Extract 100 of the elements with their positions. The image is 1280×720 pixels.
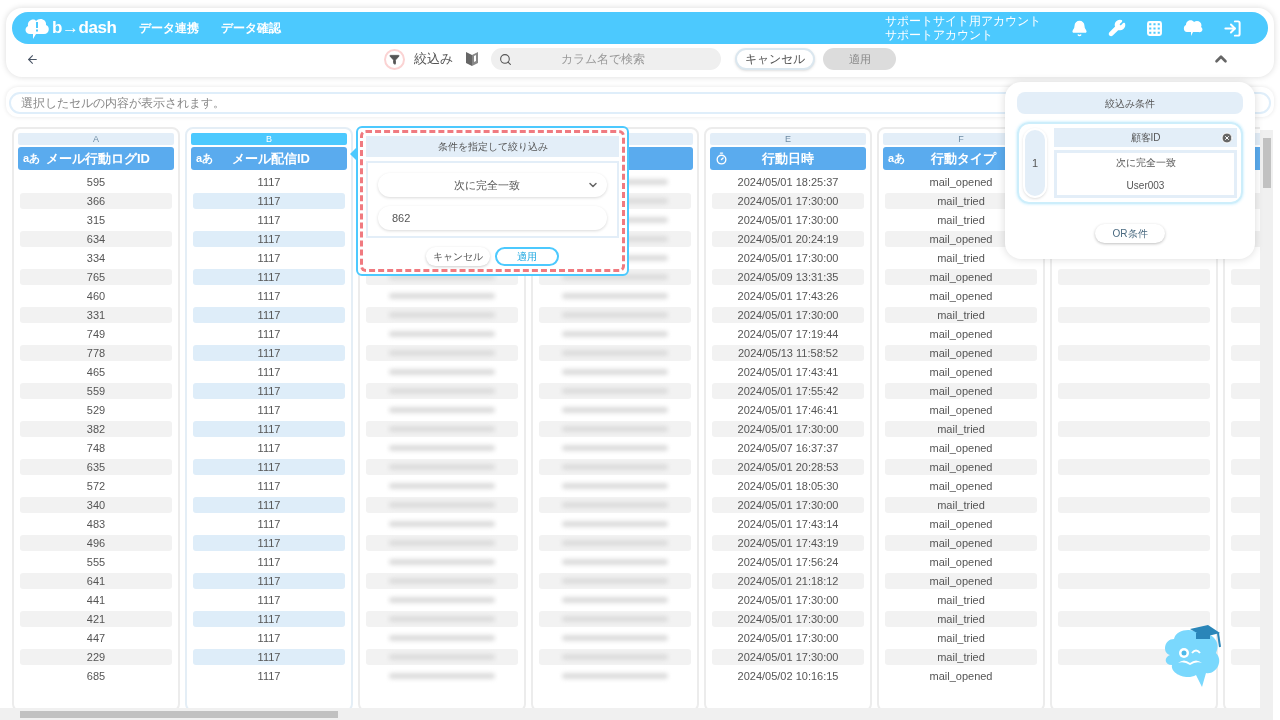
table-cell: 2024/05/01 17:30:00 bbox=[712, 420, 864, 437]
table-cell: 2024/05/01 17:30:00 bbox=[712, 496, 864, 513]
column-header[interactable]: aあ メール行動ログID bbox=[18, 147, 174, 170]
table-cell: 1117 bbox=[193, 192, 345, 209]
table-cell: 366 bbox=[20, 192, 172, 209]
table-cell: 2024/05/01 17:30:00 bbox=[712, 610, 864, 627]
table-cell-text: 2024/05/07 16:37:37 bbox=[736, 440, 840, 456]
group-number: 1 bbox=[1023, 128, 1047, 198]
table-cell: 1117 bbox=[193, 648, 345, 665]
table-cell: mail_opened bbox=[885, 534, 1037, 551]
column-letter[interactable]: B bbox=[191, 133, 347, 145]
table-cell: 229 bbox=[20, 648, 172, 665]
table-cell: 331 bbox=[20, 306, 172, 323]
table-cell-text: mail_opened bbox=[928, 174, 994, 190]
table-cell: 1117 bbox=[193, 230, 345, 247]
popup-apply-button[interactable]: 適用 bbox=[495, 247, 559, 266]
table-cell: 2024/05/01 20:24:19 bbox=[712, 230, 864, 247]
table-cell-text: mail_tried bbox=[936, 630, 986, 646]
table-cell-text: mail_opened bbox=[928, 668, 994, 684]
table-cell-text: 2024/05/01 17:46:41 bbox=[736, 402, 840, 418]
type-label: aあ bbox=[196, 152, 214, 165]
or-condition-button[interactable]: OR条件 bbox=[1095, 224, 1165, 243]
table-cell: mail_opened bbox=[885, 458, 1037, 475]
table-cell: 340 bbox=[20, 496, 172, 513]
nav-link[interactable]: データ確認 bbox=[220, 19, 281, 37]
condition-operator: 次に完全一致 bbox=[1115, 156, 1176, 170]
condition-select[interactable]: 次に完全一致 bbox=[378, 173, 607, 197]
table-cell: 1117 bbox=[193, 306, 345, 323]
column-header[interactable]: 行動日時 bbox=[710, 147, 866, 170]
table-cell-text: 334 bbox=[85, 250, 107, 266]
panel-title: 絞込み条件 bbox=[1017, 92, 1243, 114]
logo-text[interactable]: b→dash bbox=[52, 15, 117, 41]
table-cell-text: 315 bbox=[85, 212, 107, 228]
table-cell: mail_tried bbox=[885, 306, 1037, 323]
table-cell: 2024/05/01 17:55:42 bbox=[712, 382, 864, 399]
table-cell-text: 1117 bbox=[256, 288, 282, 304]
column-title: 行動タイプ bbox=[929, 149, 998, 168]
table-cell-text: 2024/05/07 17:19:44 bbox=[736, 326, 840, 342]
table-cell: 1117 bbox=[193, 382, 345, 399]
table-cell-text: 1117 bbox=[256, 250, 282, 266]
condition-field-name: 顧客ID bbox=[1129, 131, 1162, 145]
column-title: 行動日時 bbox=[760, 149, 815, 168]
cancel-button[interactable]: キャンセル bbox=[735, 48, 815, 70]
table-cell: 1117 bbox=[193, 534, 345, 551]
table-cell-text: 2024/05/01 17:43:41 bbox=[736, 364, 840, 380]
column-title: メール配信ID bbox=[231, 149, 311, 168]
table-cell-text: mail_tried bbox=[936, 212, 986, 228]
table-cell-text: 1117 bbox=[256, 212, 282, 228]
table-cell-text: 685 bbox=[85, 668, 107, 684]
table-cell: mail_opened bbox=[885, 572, 1037, 589]
table-cell-text: mail_opened bbox=[928, 326, 994, 342]
table-cell: 2024/05/01 20:28:53 bbox=[712, 458, 864, 475]
table-cell-text: 2024/05/01 18:25:37 bbox=[736, 174, 840, 190]
table-cell: mail_opened bbox=[885, 268, 1037, 285]
table-cell: 2024/05/13 11:58:52 bbox=[712, 344, 864, 361]
table-cell: 2024/05/09 13:31:35 bbox=[712, 268, 864, 285]
table-cell-text: 2024/05/01 17:30:00 bbox=[736, 630, 840, 646]
column-header[interactable]: aあ メール配信ID bbox=[191, 147, 347, 170]
column-letter[interactable]: A bbox=[18, 133, 174, 145]
table-cell-text: 2024/05/01 17:43:14 bbox=[736, 516, 840, 532]
table-cell-text: 1117 bbox=[256, 668, 282, 684]
table-cell-text: 1117 bbox=[256, 402, 282, 418]
table-cell: 641 bbox=[20, 572, 172, 589]
table-cell-text: 1117 bbox=[256, 364, 282, 380]
condition-value: User003 bbox=[1126, 179, 1165, 193]
popup-cancel-button[interactable]: キャンセル bbox=[426, 247, 490, 266]
table-cell-text: 555 bbox=[85, 554, 107, 570]
table-cell-text: 595 bbox=[85, 174, 107, 190]
table-cell-text: 1117 bbox=[256, 554, 282, 570]
table-cell-text: 2024/05/02 10:16:15 bbox=[736, 668, 840, 684]
table-cell-text: 2024/05/01 17:30:00 bbox=[736, 592, 840, 608]
table-cell-text: 1117 bbox=[256, 516, 282, 532]
table-cell-text: 1117 bbox=[256, 174, 282, 190]
filter-label: 絞込み bbox=[414, 50, 453, 69]
table-cell-text: 1117 bbox=[256, 440, 282, 456]
table-cell: 496 bbox=[20, 534, 172, 551]
filter-value-input[interactable]: 862 bbox=[392, 209, 593, 227]
table-cell: mail_tried bbox=[885, 420, 1037, 437]
filter-value-field[interactable]: 862 bbox=[378, 206, 607, 230]
table-cell-text: mail_opened bbox=[928, 516, 994, 532]
table-cell-text: 1117 bbox=[256, 326, 282, 342]
nav-link[interactable]: データ連携 bbox=[138, 19, 199, 37]
table-cell-text: 2024/05/01 17:30:00 bbox=[736, 212, 840, 228]
table-cell: 1117 bbox=[193, 572, 345, 589]
table-cell-text: 1117 bbox=[256, 478, 282, 494]
table-cell: 1117 bbox=[193, 610, 345, 627]
table-cell: 778 bbox=[20, 344, 172, 361]
table-cell-text: 465 bbox=[85, 364, 107, 380]
table-cell: 2024/05/01 17:30:00 bbox=[712, 192, 864, 209]
column-search-field[interactable]: カラム名で検索 bbox=[491, 48, 721, 70]
table-cell: mail_tried bbox=[885, 496, 1037, 513]
table-cell-text: mail_opened bbox=[928, 288, 994, 304]
search-input[interactable]: カラム名で検索 bbox=[512, 50, 713, 68]
table-cell-text: 1117 bbox=[256, 630, 282, 646]
table-cell: mail_opened bbox=[885, 344, 1037, 361]
table-cell: mail_opened bbox=[885, 382, 1037, 399]
table-cell: mail_tried bbox=[885, 648, 1037, 665]
table-cell: 382 bbox=[20, 420, 172, 437]
table-cell-text: 748 bbox=[85, 440, 107, 456]
column-letter[interactable]: E bbox=[710, 133, 866, 145]
